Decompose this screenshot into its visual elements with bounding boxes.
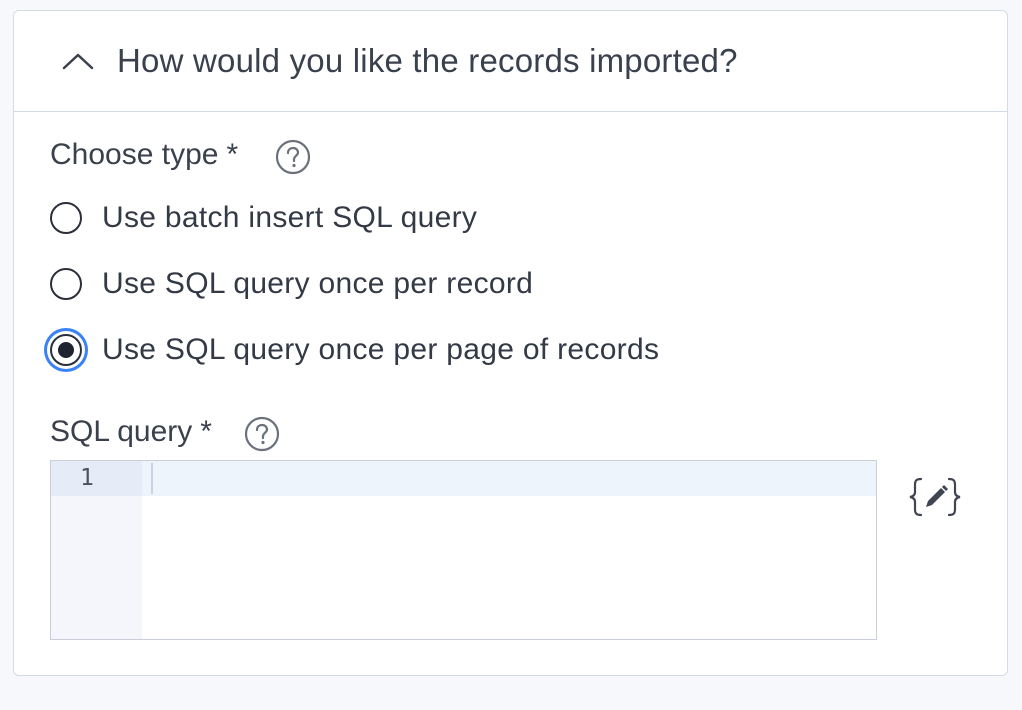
chevron-up-icon[interactable] <box>61 51 95 71</box>
line-number-gutter: 1 <box>51 461 142 639</box>
radio-button[interactable] <box>50 268 82 300</box>
choose-type-label: Choose type * <box>50 138 238 172</box>
sql-query-label-text: SQL query <box>50 415 193 448</box>
radio-option-once-per-page[interactable]: Use SQL query once per page of records <box>50 333 659 367</box>
help-icon[interactable] <box>244 416 280 452</box>
required-asterisk: * <box>226 138 239 171</box>
line-number: 1 <box>80 465 94 491</box>
choose-type-label-text: Choose type <box>50 138 219 171</box>
radio-option-batch-insert[interactable]: Use batch insert SQL query <box>50 201 477 235</box>
required-asterisk: * <box>200 415 212 448</box>
section-header[interactable]: How would you like the records imported? <box>14 11 1007 112</box>
radio-button-selected[interactable] <box>50 334 82 366</box>
import-options-panel: How would you like the records imported?… <box>13 10 1008 676</box>
radio-option-once-per-record[interactable]: Use SQL query once per record <box>50 267 533 301</box>
radio-label: Use batch insert SQL query <box>102 201 478 234</box>
radio-button[interactable] <box>50 202 82 234</box>
section-title: How would you like the records imported? <box>117 42 738 79</box>
radio-label: Use SQL query once per page of records <box>102 333 660 366</box>
sql-query-label: SQL query * <box>50 415 212 449</box>
text-cursor <box>151 463 153 494</box>
curly-braces-pencil-icon[interactable] <box>907 476 963 518</box>
code-input-area[interactable] <box>142 461 876 639</box>
help-icon[interactable] <box>275 139 311 175</box>
sql-query-editor[interactable]: 1 <box>50 460 877 640</box>
radio-label: Use SQL query once per record <box>102 267 534 300</box>
